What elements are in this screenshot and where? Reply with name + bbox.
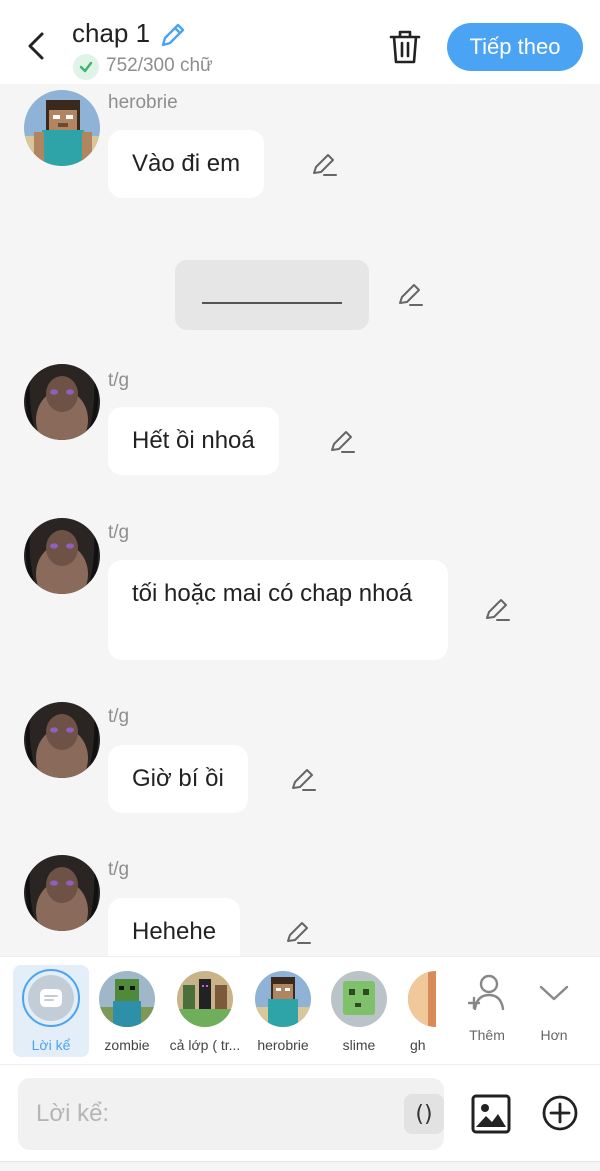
character-picker: Lời kể zombie cả lớp ( tr... herobrie sl… [0,956,600,1064]
character-zombie[interactable]: zombie [88,967,166,1053]
chevron-down-icon [539,985,569,1001]
author-name: t/g [108,859,130,880]
character-herobrie[interactable]: herobrie [244,967,322,1053]
character-label: zombie [104,1037,150,1053]
author-name: t/g [108,522,130,543]
avatar [99,971,155,1027]
add-button[interactable] [540,1093,580,1133]
composer-field-wrap: () [18,1078,444,1150]
avatar [255,971,311,1027]
message-bubble[interactable]: Hehehe [108,898,241,956]
add-user-icon [467,974,505,1011]
pencil-icon [292,769,316,791]
image-icon [471,1094,511,1134]
pencil-icon [287,922,311,944]
chevron-left-icon [28,32,44,60]
character-gh[interactable]: gh [388,967,436,1053]
character-label: herobrie [257,1037,309,1053]
word-count: 752/300 chữ [106,55,213,76]
message-bubble[interactable]: Hết ồi nhoá [108,407,279,475]
scene-divider[interactable] [175,260,369,330]
avatar[interactable] [24,364,100,440]
edit-title-button[interactable] [158,20,188,50]
edit-message-button[interactable] [310,151,338,179]
message-input[interactable] [36,1078,386,1150]
message-feed[interactable]: herobrie Vào đi em t/g Hết ồi nhoá t/g t… [0,84,600,956]
avatar [177,971,233,1027]
character-label: cả lớp ( tr... [169,1037,241,1053]
add-character-label: Thêm [469,1027,505,1043]
more-label: Hơn [540,1027,568,1043]
message-bubble[interactable]: Vào đi em [108,130,265,198]
back-button[interactable] [18,26,54,66]
pencil-icon [313,154,337,176]
bottom-edge [0,1161,600,1171]
parenthesis-button[interactable]: () [404,1094,444,1134]
character-label: slime [342,1037,376,1053]
more-button[interactable]: Hơn [524,967,584,1043]
pencil-icon [486,599,510,621]
edit-message-button[interactable] [483,596,511,624]
edit-divider-button[interactable] [396,281,424,309]
pencil-icon [399,284,423,306]
trash-icon [389,30,421,64]
add-character-button[interactable]: Thêm [457,967,517,1043]
next-button[interactable]: Tiếp theo [447,23,583,71]
character-narrator[interactable]: Lời kể [13,965,89,1057]
insert-image-button[interactable] [470,1093,512,1135]
top-bar: chap 1 752/300 chữ Tiếp theo [0,0,600,84]
edit-message-button[interactable] [289,766,317,794]
author-name: t/g [108,706,130,727]
message-bubble[interactable]: Giờ bí ồi [108,745,248,813]
delete-button[interactable] [387,28,423,66]
divider-line [202,302,342,304]
check-icon [73,54,99,80]
composer-bar: () [0,1064,600,1161]
edit-message-button[interactable] [328,428,356,456]
pencil-icon [161,23,185,47]
avatar [408,971,436,1027]
character-ca-lop[interactable]: cả lớp ( tr... [166,967,244,1053]
chapter-title[interactable]: chap 1 [72,18,150,49]
avatar[interactable] [24,702,100,778]
edit-message-button[interactable] [284,919,312,947]
narration-icon [40,989,62,1007]
character-label: gh [410,1037,426,1053]
avatar[interactable] [24,518,100,594]
message-bubble[interactable]: tối hoặc mai có chap nhoá [108,560,448,660]
plus-circle-icon [542,1095,578,1131]
character-label: Lời kể [31,1037,71,1053]
avatar [331,971,387,1027]
avatar[interactable] [24,855,100,931]
author-name: herobrie [108,92,178,113]
avatar[interactable] [24,90,100,166]
character-slime[interactable]: slime [320,967,398,1053]
author-name: t/g [108,370,130,391]
pencil-icon [331,431,355,453]
narrator-avatar [22,969,80,1027]
